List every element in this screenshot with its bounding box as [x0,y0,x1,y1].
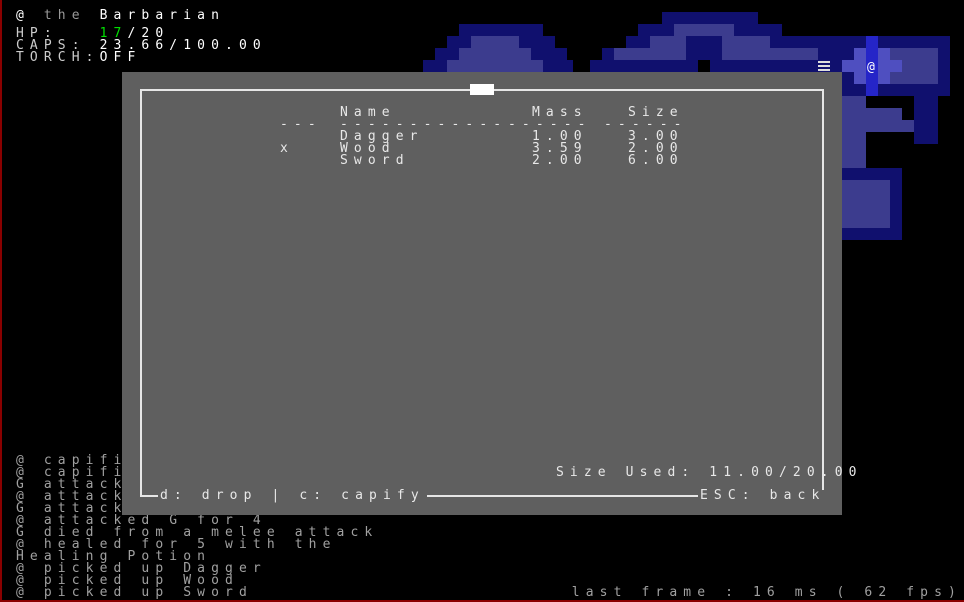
log-line: @ picked up Sword [16,585,253,600]
inventory-frame [140,89,824,497]
column-rule-select: --- [280,117,322,132]
item-name: Sword [340,153,410,168]
map-dark-cell [698,60,710,72]
torch-label: TORCH: [16,50,100,65]
panel-tab-marker [470,84,494,95]
article-text: the [43,8,86,23]
class-name: Barbarian [99,8,226,23]
item-select-mark: x [280,141,294,156]
drop-capify-hint[interactable]: d: drop | c: capify [158,489,427,502]
item-mass: 2.00 [532,153,588,168]
size-used-readout: Size Used: 11.00/20.00 [556,465,863,480]
map-dark-cell [878,96,890,108]
torch-value: OFF [99,50,142,65]
character-title: @ the Barbarian [16,8,267,23]
inventory-panel: Name Mass Size --- ------------ ------ -… [122,72,857,515]
esc-back-hint[interactable]: ESC: back [698,489,828,502]
map-player-glyph: @ [867,60,881,75]
item-size: 6.00 [628,153,684,168]
frame-time-status: last frame : 16 ms ( 62 fps) [571,585,962,600]
torch-row: TORCH:OFF [16,50,267,65]
stairs-icon [818,61,830,71]
character-status: @ the Barbarian HP: 17/20 CAPS: 23.66/10… [16,8,267,65]
player-glyph: @ [16,8,30,23]
